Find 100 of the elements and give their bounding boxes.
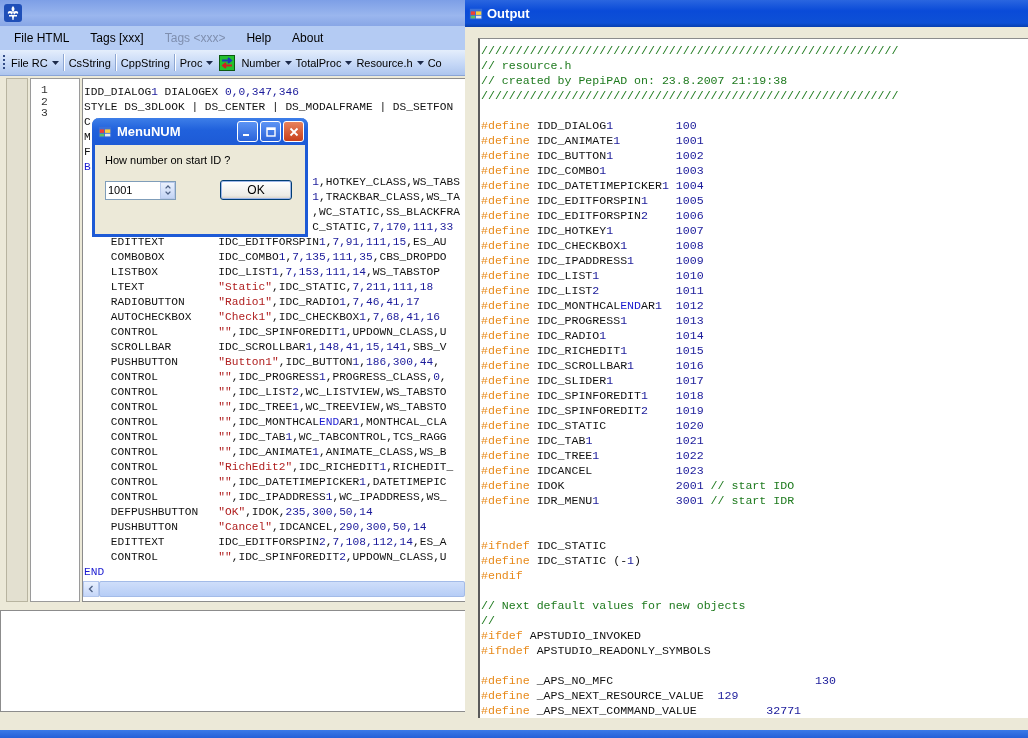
caret-icon	[416, 60, 424, 65]
line-number: 2	[41, 96, 49, 108]
code-line: 1,HOTKEY_CLASS,WS_TABS	[312, 176, 460, 188]
dropdown-button[interactable]: Number	[239, 54, 294, 71]
code-line: #define IDC_PROGRESS1 1013	[481, 314, 704, 327]
close-button[interactable]	[283, 121, 304, 142]
line-number: 1	[41, 85, 49, 97]
code-line: #define _APS_NEXT_RESOURCE_VALUE 129	[481, 689, 739, 702]
code-line: // resource.h	[481, 59, 572, 72]
code-line: CONTROL "RichEdit2",IDC_RICHEDIT1,RICHEDIT_	[110, 461, 454, 473]
code-line: #define IDCANCEL 1023	[481, 464, 704, 477]
code-line: // Next default values for new objects	[481, 599, 746, 612]
code-line: #define IDC_BUTTON1 1002	[481, 149, 704, 162]
code-line: #define IDC_TAB1 1021	[481, 434, 704, 447]
code-line: CONTROL "",IDC_TAB1,WC_TABCONTROL,TCS_RAGG	[110, 431, 447, 443]
number-field[interactable]: 1001	[105, 180, 176, 200]
code-line: COMBOBOX IDC_COMBO1,7,135,111,35,CBS_DROPDO	[110, 251, 447, 263]
toolbar-button[interactable]: CppString	[118, 54, 172, 71]
menu-item[interactable]: About	[286, 28, 330, 48]
code-line: #define IDC_RICHEDIT1 1015	[481, 344, 704, 357]
dropdown-button[interactable]: Resource.h	[354, 54, 426, 71]
maximize-button[interactable]	[260, 121, 281, 142]
code-line: CONTROL "",IDC_TREE1,WC_TREEVIEW,WS_TABSTO	[110, 401, 447, 413]
code-line: RADIOBUTTON "Radio1",IDC_RADIO1,7,46,41,17	[110, 296, 420, 308]
scroll-left-button[interactable]	[83, 581, 99, 597]
code-line: #define IDC_STATIC (-1)	[481, 554, 642, 567]
minimize-button[interactable]	[237, 121, 258, 142]
code-line: #define IDC_SLIDER1 1017	[481, 374, 704, 387]
code-line: CONTROL "",IDC_SPINFOREDIT2,UPDOWN_CLASS,U	[110, 551, 447, 563]
code-line: ////////////////////////////////////////////////////////////	[481, 89, 899, 102]
code-line: CONTROL "",IDC_PROGRESS1,PROGRESS_CLASS,0,	[110, 371, 447, 383]
code-line: #define IDC_RADIO1 1014	[481, 329, 704, 342]
code-line: #endif	[481, 569, 523, 582]
menu-item[interactable]: File HTML	[8, 28, 76, 48]
swap-arrows-icon	[219, 54, 236, 71]
code-line: ,WC_STATIC,SS_BLACKFRA	[312, 206, 460, 218]
code-line: AUTOCHECKBOX "Check1",IDC_CHECKBOX1,7,68,41,16	[110, 311, 440, 323]
code-line: CONTROL "",IDC_LIST2,WC_LISTVIEW,WS_TABSTO	[110, 386, 447, 398]
toolbar-button[interactable]: CsString	[66, 54, 113, 71]
code-line: PUSHBUTTON "Cancel",IDCANCEL,290,300,50,14	[110, 521, 427, 533]
code-line: #define IDC_IPADDRESS1 1009	[481, 254, 704, 267]
code-line: #define IDC_DATETIMEPICKER1 1004	[481, 179, 704, 192]
code-line: #define IDC_ANIMATE1 1001	[481, 134, 704, 147]
code-line: SCROLLBAR IDC_SCROLLBAR1,148,41,15,141,SBS_V	[110, 341, 447, 353]
code-line: //	[481, 614, 495, 627]
code-line: // created by PepiPAD on: 23.8.2007 21:19:38	[481, 74, 788, 87]
code-line: #define _APS_NO_MFC 130	[481, 674, 836, 687]
up-down-arrows-icon	[163, 184, 172, 196]
maximize-icon	[265, 126, 276, 137]
code-line: END	[84, 566, 105, 578]
caret-icon	[345, 60, 353, 65]
fleur-de-lis-icon	[4, 4, 22, 22]
caret-icon	[51, 60, 59, 65]
code-line: LISTBOX IDC_LIST1,7,153,111,14,WS_TABSTOP	[110, 266, 440, 278]
window-title: Output	[487, 6, 530, 21]
code-line: B	[84, 161, 91, 173]
code-line: CONTROL "",IDC_DATETIMEPICKER1,DATETIMEPIC	[110, 476, 447, 488]
code-line: #define IDC_TREE1 1022	[481, 449, 704, 462]
code-line: #ifndef IDC_STATIC	[481, 539, 607, 552]
code-line: PUSHBUTTON "Button1",IDC_BUTTON1,186,300,44,	[110, 356, 440, 368]
code-line: #ifdef APSTUDIO_INVOKED	[481, 629, 642, 642]
dropdown-button[interactable]: File RC	[9, 54, 61, 71]
code-line: EDITTEXT IDC_EDITFORSPIN1,7,91,111,15,ES_AU	[110, 236, 447, 248]
code-line: STYLE DS_3DLOOK | DS_CENTER | DS_MODALFRAME | DS_SETFON	[84, 101, 454, 113]
menu-item[interactable]: Help	[240, 28, 278, 48]
code-line: #define IDC_SPINFOREDIT2 1019	[481, 404, 704, 417]
code-line: C	[84, 116, 91, 128]
ok-button[interactable]: OK	[220, 180, 292, 200]
dropdown-button[interactable]: TotalProc	[293, 54, 355, 71]
code-line: #ifndef APSTUDIO_READONLY_SYMBOLS	[481, 644, 711, 657]
dialog-title: MenuNUM	[117, 124, 182, 139]
prompt-label: How number on start ID ?	[105, 154, 232, 166]
toolbar-button[interactable]: Co	[425, 54, 444, 71]
code-line: #define IDC_SCROLLBAR1 1016	[481, 359, 704, 372]
code-line: EDITTEXT IDC_EDITFORSPIN2,7,108,112,14,ES_A	[110, 536, 447, 548]
code-line: IDD_DIALOG1 DIALOGEX 0,0,347,346	[84, 86, 299, 98]
close-icon	[288, 126, 299, 137]
code-line: #define IDC_EDITFORSPIN2 1006	[481, 209, 704, 222]
code-line: CONTROL "",IDC_ANIMATE1,ANIMATE_CLASS,WS_B	[110, 446, 447, 458]
code-line: #define IDR_MENU1 3001 // start IDR	[481, 494, 795, 507]
code-line: CONTROL "",IDC_IPADDRESS1,WC_IPADDRESS,WS_	[110, 491, 447, 503]
line-number: 3	[41, 108, 49, 120]
dropdown-button[interactable]: Proc	[177, 54, 216, 71]
code-line: M	[84, 131, 91, 143]
menu-item[interactable]: Tags [xxx]	[84, 28, 150, 48]
spin-button[interactable]	[160, 181, 175, 199]
code-line: #define IDC_EDITFORSPIN1 1005	[481, 194, 704, 207]
code-line: #define _APS_NEXT_COMMAND_VALUE 32771	[481, 704, 802, 717]
code-line: CONTROL "",IDC_MONTHCALENDAR1,MONTHCAL_CLA	[110, 416, 447, 428]
caret-icon	[206, 60, 214, 65]
minimize-icon	[242, 133, 249, 136]
code-line: ////////////////////////////////////////////////////////////	[481, 44, 899, 57]
code-line: CONTROL "",IDC_SPINFOREDIT1,UPDOWN_CLASS,U	[110, 326, 447, 338]
code-line: #define IDC_MONTHCALENDAR1 1012	[481, 299, 704, 312]
code-line: 1,TRACKBAR_CLASS,WS_TA	[312, 191, 460, 203]
app-window-icon	[98, 124, 112, 139]
code-line: #define IDD_DIALOG1 100	[481, 119, 697, 132]
code-line: #define IDC_CHECKBOX1 1008	[481, 239, 704, 252]
code-line: DEFPUSHBUTTON "OK",IDOK,235,300,50,14	[110, 506, 373, 518]
code-line: #define IDC_LIST2 1011	[481, 284, 704, 297]
